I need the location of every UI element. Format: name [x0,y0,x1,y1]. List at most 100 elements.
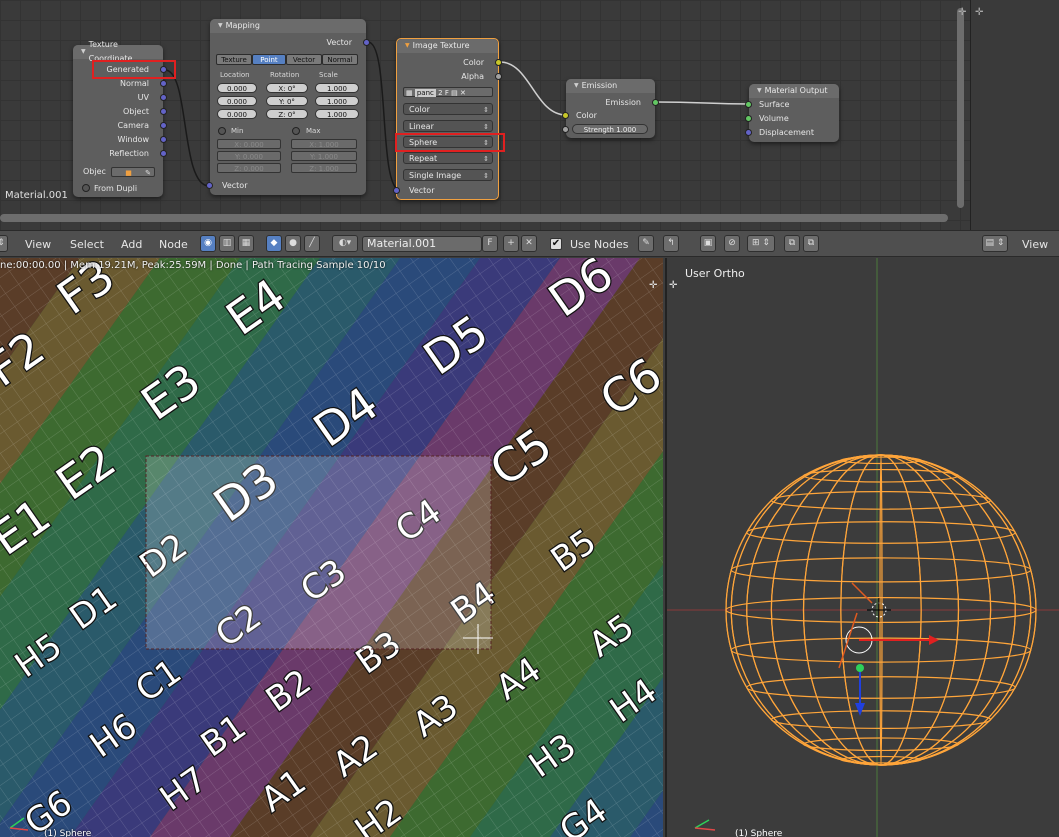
right-editor-type-icon[interactable]: ▤ ⇕ [982,235,1008,252]
max-label: Max [306,127,321,135]
interpolation-dropdown[interactable]: Linear [403,120,493,133]
max-checkbox[interactable] [292,127,300,135]
min-x: X: 0.000 [217,139,281,149]
tab-texture[interactable]: Texture [216,54,252,65]
image-texture-node[interactable]: ▼ Image Texture Color Alpha ▦ panc 2 F ▤ … [393,38,502,200]
socket-emission-out[interactable] [652,99,659,106]
rendered-viewport[interactable]: F3E4D6F2E3D5C6E2D4C5E1D3C4D2B5D1C3B4H5C2… [0,258,663,837]
socket-displacement-in[interactable] [745,129,752,136]
socket-vector-out[interactable] [363,39,370,46]
right-menu-view[interactable]: View [1022,236,1048,253]
right-top-region[interactable]: ✛ [970,0,1059,230]
tab-vector[interactable]: Vector [286,54,322,65]
shader-nodes-icon[interactable]: ◉ [200,235,216,252]
node-editor[interactable]: ▼ Texture Coordinate Generated Normal UV … [0,0,970,230]
tab-point[interactable]: Point [252,54,286,65]
texture-nodes-icon[interactable]: ▥ [219,235,235,252]
socket-reflection[interactable] [160,150,167,157]
collapse-triangle-icon[interactable]: ▼ [218,19,223,33]
socket-strength-in[interactable] [562,126,569,133]
3d-viewport[interactable]: User Ortho ✛ (1) Sphere [665,258,1059,837]
material-output-node[interactable]: ▼ Material Output Surface Volume Displace… [745,84,839,142]
fake-user-button[interactable]: F [482,235,498,252]
color-space-dropdown[interactable]: Color [403,103,493,116]
latitude-ring [730,637,1032,663]
rotation-x[interactable]: X: 0° [266,83,308,93]
snap-toggle-icon[interactable]: ⊘ [724,235,740,252]
socket-surface-in[interactable] [745,101,752,108]
tab-normal[interactable]: Normal [322,54,358,65]
socket-color-out[interactable] [495,59,502,66]
collapse-triangle-icon[interactable]: ▼ [405,39,410,53]
socket-camera[interactable] [160,122,167,129]
collapse-triangle-icon[interactable]: ▼ [81,45,86,59]
material-name-field[interactable]: Material.001 [362,236,482,252]
socket-window[interactable] [160,136,167,143]
from-dupli-checkbox[interactable] [82,184,90,192]
image-icon[interactable]: ▦ [406,89,413,97]
strength-field[interactable]: Strength 1.000 [572,124,648,134]
node-header[interactable]: ▼ Mapping [210,19,366,33]
render-border-region [145,455,492,650]
socket-object[interactable] [160,108,167,115]
node-header[interactable]: ▼ Emission [566,79,655,93]
transform-manipulator [838,582,939,716]
copy-nodes-icon[interactable]: ⧉ [784,235,800,252]
image-selector[interactable]: ▦ panc 2 F ▤ ✕ [403,87,493,97]
socket-color-in[interactable] [562,112,569,119]
menu-select[interactable]: Select [70,236,104,253]
eyedropper-icon[interactable]: ✎ [145,168,151,178]
open-folder-icon[interactable]: ▤ [451,89,458,97]
menu-node[interactable]: Node [159,236,188,253]
node-header[interactable]: ▼ Image Texture [397,39,498,53]
material-browse-icon[interactable]: ◐▾ [332,235,358,252]
region-plus-icon[interactable]: ✛ [649,280,657,291]
object-icon[interactable]: ◆ [266,235,282,252]
socket-uv[interactable] [160,94,167,101]
socket-volume-in[interactable] [745,115,752,122]
world-icon[interactable]: ● [285,235,301,252]
node-header[interactable]: ▼ Material Output [749,84,839,98]
go-parent-icon[interactable]: ↰ [663,235,679,252]
collapse-triangle-icon[interactable]: ▼ [757,84,762,98]
socket-normal[interactable] [160,80,167,87]
min-checkbox[interactable] [218,127,226,135]
location-x[interactable]: 0.000 [217,83,257,93]
socket-alpha-out[interactable] [495,73,502,80]
region-plus-icon[interactable]: ✛ [958,7,966,18]
menu-add[interactable]: Add [121,236,142,253]
backdrop-icon[interactable]: ▣ [700,235,716,252]
socket-vector-in[interactable] [393,187,400,194]
unlink-material-icon[interactable]: ✕ [521,235,537,252]
collapse-triangle-icon[interactable]: ▼ [574,79,579,93]
location-z[interactable]: 0.000 [217,109,257,119]
location-y[interactable]: 0.000 [217,96,257,106]
use-nodes-checkbox[interactable]: ✔ [550,238,562,250]
editor-type-icon[interactable]: ⇕ [0,235,8,252]
viewport-canvas [667,258,1059,837]
scale-y[interactable]: 1.000 [315,96,359,106]
horizontal-scrollbar[interactable] [0,214,948,222]
snap-element-icon[interactable]: ⊞ ⇕ [747,235,775,252]
scale-x[interactable]: 1.000 [315,83,359,93]
object-field[interactable]: ■ ✎ [111,167,155,177]
new-material-icon[interactable]: + [503,235,519,252]
brush-icon[interactable]: ╱ [304,235,320,252]
unlink-icon[interactable]: ✕ [460,89,466,97]
region-plus-icon[interactable]: ✛ [975,7,983,18]
node-header[interactable]: ▼ Texture Coordinate [73,40,163,63]
pin-icon[interactable]: ✎ [638,235,654,252]
min-y: Y: 0.000 [217,151,281,161]
extension-dropdown[interactable]: Repeat [403,152,493,165]
compositing-nodes-icon[interactable]: ▦ [238,235,254,252]
emission-node[interactable]: ▼ Emission Emission Color Strength 1.000 [562,79,659,138]
scale-z[interactable]: 1.000 [315,109,359,119]
rotation-y[interactable]: Y: 0° [266,96,308,106]
socket-vector-in[interactable] [206,182,213,189]
mapping-node[interactable]: ▼ Mapping Vector Texture Point Vector Nor… [206,19,370,195]
rotation-z[interactable]: Z: 0° [266,109,308,119]
source-dropdown[interactable]: Single Image [403,169,493,182]
vertical-scrollbar[interactable] [957,8,964,208]
menu-view[interactable]: View [25,236,51,253]
paste-nodes-icon[interactable]: ⧉ [803,235,819,252]
